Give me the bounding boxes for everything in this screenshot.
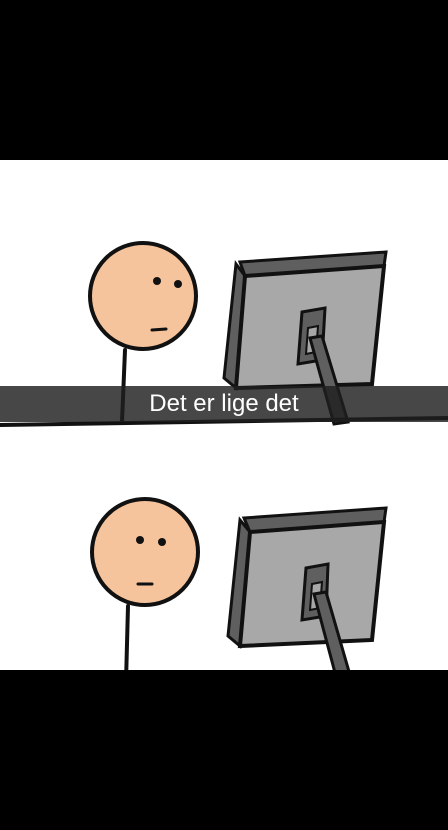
monitor bbox=[226, 506, 388, 670]
letterbox-bottom bbox=[0, 670, 448, 830]
letterbox-top bbox=[0, 0, 448, 160]
caption-bar[interactable]: Det er lige det bbox=[0, 386, 448, 422]
bottom-panel bbox=[90, 497, 388, 670]
caption-text: Det er lige det bbox=[149, 390, 299, 417]
story-viewer: Det er lige det bbox=[0, 0, 448, 830]
stick-figure bbox=[90, 497, 200, 670]
